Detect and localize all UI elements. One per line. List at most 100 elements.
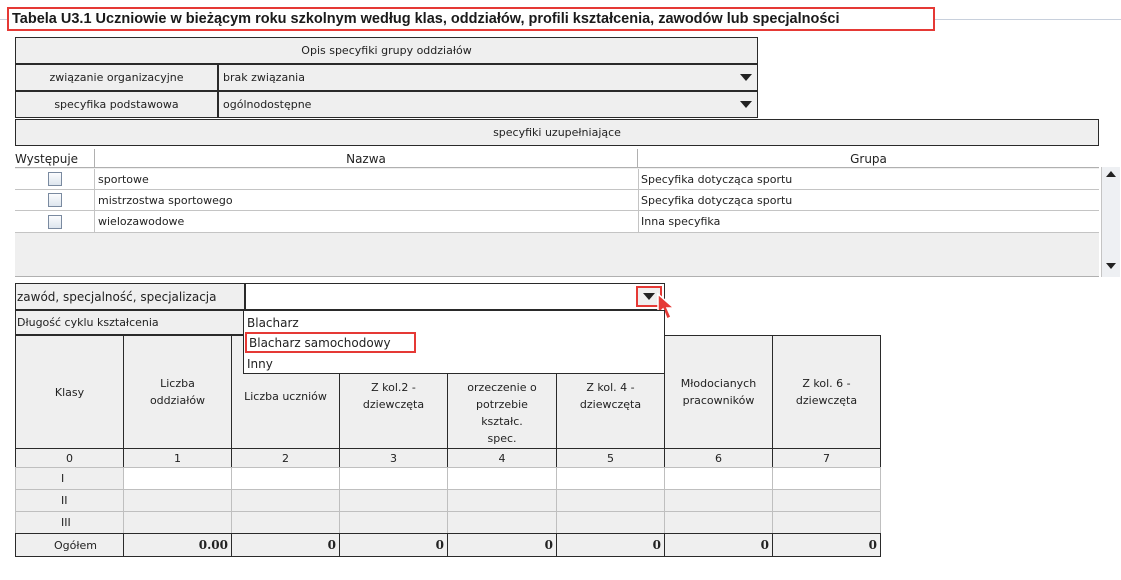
table-cell-input[interactable] — [664, 511, 773, 534]
chevron-down-icon — [643, 293, 655, 300]
col-header-grupa[interactable]: Grupa — [638, 149, 1099, 168]
col-number: 7 — [772, 448, 881, 468]
row-name: sportowe — [98, 172, 149, 186]
group-desc-header: Opis specyfiki grupy oddziałów — [15, 37, 758, 64]
row-label-text: III — [61, 516, 71, 529]
spec-label: specyfika podstawowa — [15, 91, 218, 118]
row-label-text: II — [61, 494, 68, 507]
table-cell-input[interactable] — [339, 489, 448, 512]
cycle-label-text: Długość cyklu kształcenia — [17, 316, 159, 329]
col-number: 1 — [123, 448, 232, 468]
spec-combobox-value: ogólnodostępne — [223, 98, 312, 111]
spec-combobox[interactable]: ogólnodostępne — [218, 91, 758, 118]
th-kol6-dziewczeta-label: Z kol. 6 - dziewczęta — [795, 377, 858, 407]
dropdown-option-label: Blacharz samochodowy — [249, 335, 391, 350]
col-number: 0 — [15, 448, 124, 468]
group-desc-header-label: Opis specyfiki grupy oddziałów — [301, 44, 472, 57]
row-group: Inna specyfika — [638, 211, 1099, 232]
profession-label-text: zawód, specjalność, specjalizacja — [17, 289, 217, 304]
col-number-label: 4 — [498, 451, 506, 465]
scrollbar[interactable] — [1101, 167, 1120, 277]
chevron-down-icon[interactable] — [735, 92, 757, 117]
col-header-nazwa-label: Nazwa — [346, 151, 386, 166]
table-cell-input[interactable] — [231, 467, 340, 490]
table-row[interactable]: mistrzostwa sportowego Specyfika dotyczą… — [15, 190, 1099, 211]
col-number-label: 1 — [174, 451, 181, 465]
checkbox[interactable] — [47, 172, 62, 186]
table-cell-input[interactable] — [339, 511, 448, 534]
th-klasy: Klasy — [15, 335, 124, 449]
total-cell: 0 — [447, 533, 557, 557]
checkbox[interactable] — [47, 214, 62, 229]
table-cell-input[interactable] — [447, 467, 557, 490]
th-kol2-dziewczeta-label: Z kol.2 - dziewczęta — [362, 381, 425, 411]
dropdown-option-label: Blacharz — [247, 315, 299, 330]
table-cell-input[interactable] — [231, 489, 340, 512]
row-checkbox-cell — [15, 169, 95, 189]
total-cell: 0 — [231, 533, 340, 557]
profession-label: zawód, specjalność, specjalizacja — [15, 283, 245, 310]
total-row-label: Ogółem — [15, 533, 124, 557]
org-label: związanie organizacyjne — [15, 64, 218, 91]
table-cell-input[interactable] — [664, 467, 773, 490]
row-checkbox-cell — [15, 211, 95, 232]
spec-label-text: specyfika podstawowa — [54, 98, 179, 111]
col-number-label: 7 — [823, 451, 830, 465]
table-cell-input[interactable] — [339, 467, 448, 490]
spec-table-header: Występuje Nazwa Grupa — [15, 149, 1099, 168]
table-cell-input[interactable] — [447, 511, 557, 534]
total-cell: 0 — [772, 533, 881, 557]
table-cell-input[interactable] — [664, 489, 773, 512]
scroll-up-icon[interactable] — [1106, 171, 1116, 177]
table-cell-input[interactable] — [556, 511, 665, 534]
table-title: Tabela U3.1 Uczniowie w bieżącym roku sz… — [7, 7, 935, 31]
th-mlodocianych-label: Młodocianych pracowników — [680, 377, 757, 407]
col-header-wystepuje-label: Występuje — [15, 151, 79, 166]
row-checkbox-cell — [15, 190, 95, 210]
total-cell: 0 — [339, 533, 448, 557]
col-number-label: 2 — [282, 451, 289, 465]
row-label: I — [15, 467, 124, 490]
th-kol6-dziewczeta: Z kol. 6 - dziewczęta — [772, 335, 881, 449]
table-cell-input[interactable] — [447, 489, 557, 512]
checkbox[interactable] — [47, 193, 62, 207]
org-label-text: związanie organizacyjne — [49, 71, 184, 84]
total-cell: 0 — [664, 533, 773, 557]
row-group: Specyfika dotycząca sportu — [638, 190, 1099, 210]
dropdown-option[interactable]: Blacharz — [247, 314, 299, 331]
table-cell-input[interactable] — [556, 489, 665, 512]
col-number: 4 — [447, 448, 557, 468]
col-header-wystepuje[interactable]: Występuje — [15, 149, 95, 168]
table-row[interactable]: sportowe Specyfika dotycząca sportu — [15, 169, 1099, 190]
table-cell-input[interactable] — [772, 467, 881, 490]
dropdown-option[interactable]: Inny — [247, 356, 273, 372]
profession-dropdown-list: Blacharz Blacharz samochodowy Inny — [243, 310, 665, 374]
table-cell-input[interactable] — [123, 489, 232, 512]
table-cell-input[interactable] — [123, 511, 232, 534]
table-cell-input[interactable] — [231, 511, 340, 534]
row-label: II — [15, 489, 124, 512]
table-cell-input[interactable] — [556, 467, 665, 490]
profession-combobox[interactable] — [245, 283, 665, 310]
org-combobox-value: brak związania — [223, 71, 305, 84]
total-cell: 0 — [556, 533, 665, 557]
dropdown-option-label: Inny — [247, 357, 273, 371]
row-group: Specyfika dotycząca sportu — [638, 169, 1099, 189]
col-number-label: 5 — [607, 451, 614, 465]
table-row[interactable]: wielozawodowe Inna specyfika — [15, 211, 1099, 233]
table-cell-input[interactable] — [772, 489, 881, 512]
chevron-down-icon[interactable] — [735, 65, 757, 90]
scroll-down-icon[interactable] — [1106, 263, 1116, 269]
th-orzeczenie-label: orzeczenie o potrzebie kształc. spec. — [467, 381, 537, 445]
total-cell: 0.00 — [123, 533, 232, 557]
th-liczba-oddzialow: Liczba oddziałów — [123, 335, 232, 449]
table-cell-input[interactable] — [772, 511, 881, 534]
dropdown-option-highlighted[interactable]: Blacharz samochodowy — [245, 332, 416, 353]
table-title-text: Tabela U3.1 Uczniowie w bieżącym roku sz… — [12, 11, 840, 27]
col-number: 2 — [231, 448, 340, 468]
col-number: 5 — [556, 448, 665, 468]
col-header-nazwa[interactable]: Nazwa — [95, 149, 638, 168]
col-number-label: 3 — [390, 451, 397, 465]
table-cell-input[interactable] — [123, 467, 232, 490]
org-combobox[interactable]: brak związania — [218, 64, 758, 91]
